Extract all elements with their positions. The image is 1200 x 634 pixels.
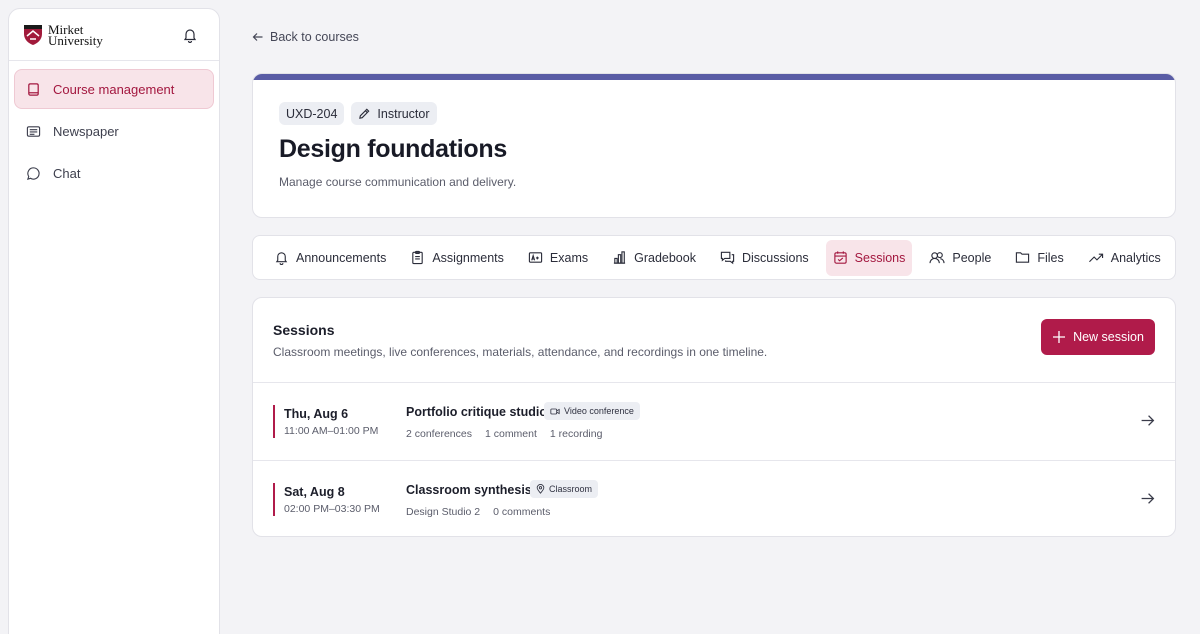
page-title: Design foundations	[279, 135, 507, 163]
session-meta-item: 2 conferences	[406, 428, 472, 440]
session-type-label: Video conference	[564, 406, 634, 416]
location-pin-icon	[536, 484, 545, 494]
arrow-right-icon[interactable]	[1140, 413, 1155, 428]
session-meta-item: 1 comment	[484, 428, 537, 440]
video-icon	[550, 407, 560, 416]
session-meta: Design Studio 2 0 comments	[406, 506, 550, 518]
logo[interactable]: Mirket University	[23, 23, 103, 48]
tab-announcements[interactable]: Announcements	[267, 240, 393, 276]
sidebar-item-label: Course management	[53, 81, 175, 97]
brand-name-line2: University	[48, 32, 103, 48]
discussion-icon	[720, 250, 735, 265]
bell-icon	[182, 27, 198, 43]
pencil-icon	[358, 107, 371, 120]
session-type-label: Classroom	[549, 484, 593, 494]
session-meta: 2 conferences 1 comment 1 recording	[406, 428, 602, 440]
notifications-button[interactable]	[179, 24, 201, 46]
tab-label: Discussions	[741, 250, 809, 265]
session-type-chip: Classroom	[530, 480, 599, 498]
new-session-button[interactable]: New session	[1041, 319, 1155, 355]
sidebar-item-chat[interactable]: Chat	[14, 153, 214, 193]
book-icon	[26, 82, 41, 97]
tab-sessions[interactable]: Sessions	[825, 239, 913, 276]
session-title: Classroom synthesis	[406, 483, 532, 497]
bar-chart-icon	[612, 250, 627, 265]
session-date: Thu, Aug 6	[284, 407, 349, 421]
calendar-icon	[833, 250, 848, 265]
session-type-chip: Video conference	[544, 402, 640, 420]
session-row[interactable]: Thu, Aug 6 11:00 AM–01:00 PM Portfolio c…	[253, 382, 1175, 460]
session-meta-item: Design Studio 2	[406, 506, 481, 518]
tab-assignments[interactable]: Assignments	[403, 240, 511, 276]
new-session-label: New session	[1073, 330, 1144, 344]
course-code-badge: UXD-204	[279, 102, 345, 125]
plus-icon	[1052, 330, 1066, 344]
tab-exams[interactable]: Exams	[521, 240, 595, 276]
course-tabs: Announcements Assignments Exams Gradeboo…	[252, 235, 1176, 280]
tab-label: Assignments	[432, 250, 504, 265]
people-icon	[929, 250, 945, 265]
session-meta-item: 0 comments	[493, 506, 551, 518]
tab-label: Announcements	[296, 250, 387, 265]
tab-label: Sessions	[854, 250, 906, 265]
course-code: UXD-204	[286, 106, 338, 121]
tab-label: Exams	[549, 250, 589, 265]
session-row[interactable]: Sat, Aug 8 02:00 PM–03:30 PM Classroom s…	[253, 460, 1175, 538]
session-date-marker	[273, 483, 275, 516]
tab-label: People	[952, 250, 992, 265]
session-date-marker	[273, 405, 275, 438]
trend-icon	[1088, 250, 1104, 265]
tab-people[interactable]: People	[922, 240, 998, 276]
role-label: Instructor	[377, 106, 430, 121]
tab-label: Files	[1037, 250, 1064, 265]
shield-logo-icon	[23, 24, 43, 46]
course-accent-bar	[253, 74, 1175, 80]
session-date: Sat, Aug 8	[284, 485, 345, 499]
session-time: 02:00 PM–03:30 PM	[284, 503, 380, 515]
grade-icon	[528, 250, 543, 265]
sidebar-nav: Course management Newspaper Chat	[9, 61, 219, 203]
sessions-panel: Sessions Classroom meetings, live confer…	[252, 297, 1176, 537]
sidebar-item-label: Newspaper	[53, 123, 119, 139]
role-badge: Instructor	[351, 102, 437, 125]
tab-label: Analytics	[1110, 250, 1161, 265]
sidebar-item-course-management[interactable]: Course management	[14, 69, 214, 109]
tab-label: Gradebook	[634, 250, 696, 265]
arrow-left-icon	[252, 31, 264, 43]
sidebar-item-newspaper[interactable]: Newspaper	[14, 111, 214, 151]
sessions-description: Classroom meetings, live conferences, ma…	[273, 345, 768, 359]
session-meta-item: 1 recording	[549, 428, 603, 440]
folder-icon	[1015, 250, 1030, 265]
sidebar-item-label: Chat	[53, 165, 81, 181]
course-subtitle: Manage course communication and delivery…	[279, 175, 517, 189]
session-time: 11:00 AM–01:00 PM	[284, 425, 379, 437]
tab-gradebook[interactable]: Gradebook	[605, 240, 703, 276]
arrow-right-icon[interactable]	[1140, 491, 1155, 506]
back-to-courses-link[interactable]: Back to courses	[252, 30, 359, 44]
sidebar-header: Mirket University	[9, 9, 219, 61]
session-title: Portfolio critique studio	[406, 405, 547, 419]
chat-icon	[26, 166, 41, 181]
back-link-label: Back to courses	[270, 30, 359, 44]
sessions-title: Sessions	[273, 322, 335, 338]
course-header-card: UXD-204 Instructor Design foundations Ma…	[252, 73, 1176, 218]
clipboard-icon	[410, 250, 425, 265]
newspaper-icon	[26, 124, 41, 139]
bell-icon	[274, 250, 289, 265]
sidebar: Mirket University Course management News…	[8, 8, 220, 634]
tab-files[interactable]: Files	[1008, 240, 1070, 276]
tab-discussions[interactable]: Discussions	[713, 240, 816, 276]
tab-analytics[interactable]: Analytics	[1081, 240, 1168, 276]
